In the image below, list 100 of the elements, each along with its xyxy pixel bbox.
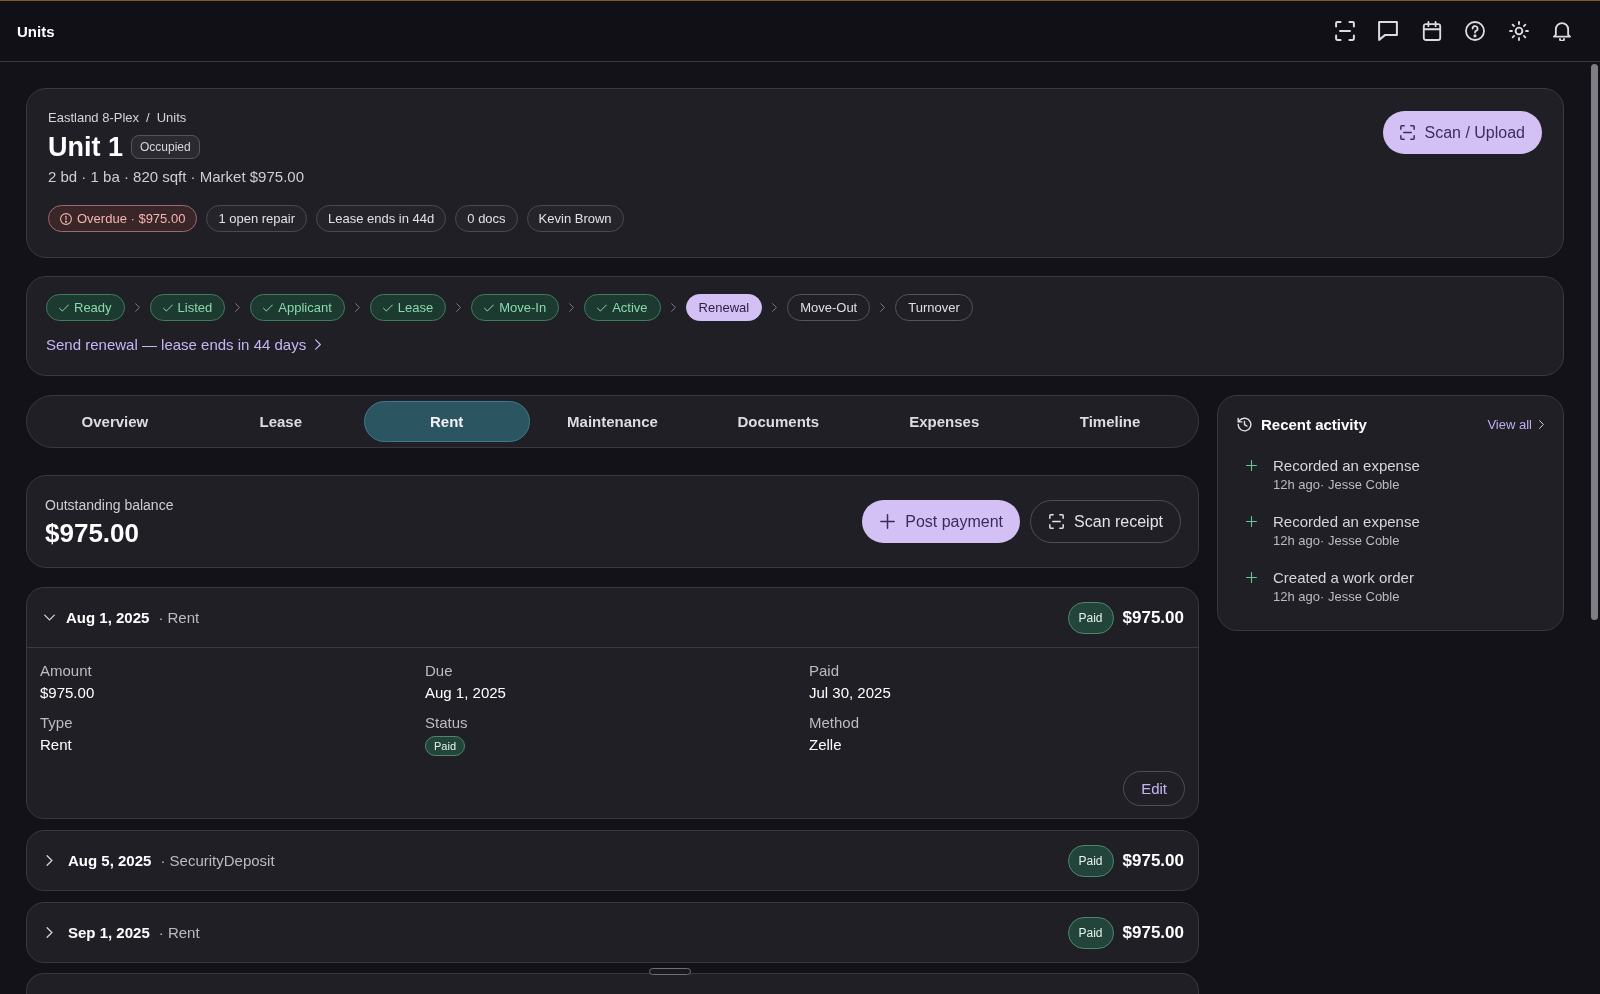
check-icon [162,302,173,313]
renewal-link[interactable]: Send renewal — lease ends in 44 days [46,336,322,353]
payment-date: Sep 1, 2025 [68,924,150,941]
edit-button[interactable]: Edit [1123,771,1185,806]
payment-amount: $975.00 [1122,850,1184,871]
tab[interactable]: Lease [197,401,364,442]
unit-title: Unit 1 [48,131,123,163]
pipeline-stage[interactable]: Ready [46,294,125,321]
help-icon[interactable] [1465,21,1485,41]
page-title: Units [17,22,55,40]
alert-tag: Overdue · $975.00 [48,205,198,232]
scan-receipt-button[interactable]: Scan receipt [1030,500,1181,543]
check-icon [484,302,495,313]
chevron-right-icon [880,303,886,312]
info-tag: Kevin Brown [526,205,624,232]
activity-title: Created a work order [1273,568,1414,588]
activity-meta: 12h ago· Jesse Coble [1273,476,1401,494]
scan-icon[interactable] [1334,21,1355,41]
balance-amount: $975.00 [45,517,140,548]
breadcrumb-link[interactable]: Units [156,110,187,126]
calendar-icon[interactable] [1421,21,1442,41]
drag-handle[interactable] [649,968,691,975]
chat-bubble-icon[interactable] [1378,21,1398,41]
chevron-right-icon [456,303,462,312]
detail-value: Aug 1, 2025 [425,683,507,703]
unit-details: 2 bd · 1 ba · 820 sqft · Market $975.00 [48,167,305,187]
scan-icon [1400,125,1416,140]
plus-icon [1246,460,1257,471]
activity-title: Recorded an expense [1273,456,1420,476]
plus-icon [880,514,896,529]
alert-circle-icon [60,212,72,225]
panel-title: Recent activity [1261,415,1367,433]
check-icon [263,302,274,313]
tab[interactable]: Maintenance [529,401,696,442]
detail-value: Zelle [809,735,843,755]
chevron-right-icon[interactable] [46,855,53,866]
status-badge: Paid [425,736,466,756]
breadcrumb-link[interactable]: Eastland 8-Plex [48,110,140,126]
payment-type: · SecurityDeposit [160,852,275,869]
scrollbar-thumb[interactable] [1591,64,1598,620]
detail-label: Type [40,713,74,733]
status-badge: Paid [1067,916,1114,949]
detail-label: Amount [40,661,93,681]
detail-value: Jul 30, 2025 [809,683,892,703]
pipeline-stage[interactable]: Renewal [685,294,763,321]
payment-amount: $975.00 [1122,607,1184,628]
pipeline-stage[interactable]: Active [584,294,661,321]
payment-date: Aug 1, 2025 [66,609,150,626]
occupancy-badge: Occupied [131,135,200,159]
detail-value: Rent [40,735,73,755]
chevron-right-icon [569,303,575,312]
scan-upload-button[interactable]: Scan / Upload [1383,111,1542,154]
chevron-right-icon [772,303,778,312]
tab[interactable]: Overview [32,401,198,442]
detail-label: Due [425,661,454,681]
plus-icon [1246,516,1257,527]
payment-amount: $975.00 [1122,922,1184,943]
tab[interactable]: Rent [363,401,530,442]
pipeline-stage[interactable]: Lease [369,294,447,321]
bell-icon[interactable] [1552,21,1572,41]
chevron-right-icon [1539,419,1544,429]
plus-icon [1246,572,1257,583]
info-tag: Lease ends in 44d [316,205,447,232]
check-icon [597,302,608,313]
payment-date: Aug 5, 2025 [68,852,152,869]
status-badge: Paid [1067,844,1114,877]
chevron-right-icon [235,303,241,312]
status-badge: Paid [1067,601,1114,634]
chevron-down-icon[interactable] [44,612,55,623]
chevron-right-icon [354,303,360,312]
balance-label: Outstanding balance [45,495,174,514]
pipeline-stage[interactable]: Applicant [250,294,345,321]
pipeline-stage[interactable]: Listed [149,294,226,321]
tab[interactable]: Timeline [1027,401,1193,442]
chevron-right-icon[interactable] [46,927,53,938]
check-icon [382,302,393,313]
breadcrumb-separator: / [146,110,150,126]
activity-title: Recorded an expense [1273,512,1420,532]
scan-icon [1049,514,1065,529]
payment-type: · Rent [158,924,200,941]
activity-meta: 12h ago· Jesse Coble [1273,532,1401,550]
payment-type: · Rent [158,609,200,626]
post-payment-button[interactable]: Post payment [862,500,1021,543]
detail-value: $975.00 [40,683,96,703]
detail-label: Paid [809,661,841,681]
detail-label: Method [809,713,861,733]
chevron-right-icon [134,303,140,312]
activity-meta: 12h ago· Jesse Coble [1273,588,1401,606]
tab[interactable]: Expenses [861,401,1028,442]
history-icon [1237,416,1252,432]
sun-icon[interactable] [1508,21,1529,41]
view-all-link[interactable]: View all [1487,416,1544,432]
info-tag: 0 docs [455,205,518,232]
detail-label: Status [425,713,469,733]
info-tag: 1 open repair [206,205,308,232]
chevron-right-icon [315,339,322,350]
tab[interactable]: Documents [695,401,862,442]
pipeline-stage[interactable]: Move-In [471,294,560,321]
chevron-right-icon [670,303,676,312]
check-icon [59,302,69,313]
